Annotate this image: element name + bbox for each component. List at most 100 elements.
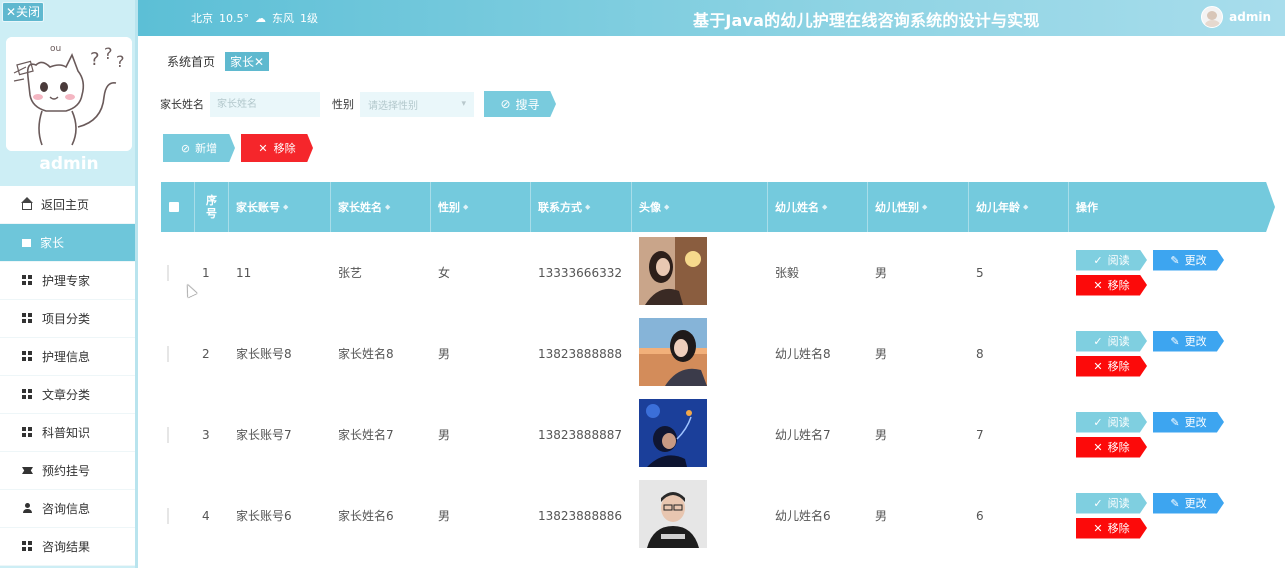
edit-button[interactable]: ✎ 更改 xyxy=(1153,492,1224,514)
check-icon: ✓ xyxy=(1093,334,1103,348)
edit-button[interactable]: ✎ 更改 xyxy=(1153,330,1224,352)
username: admin xyxy=(1229,10,1271,24)
cell-name: 张艺 xyxy=(338,266,363,280)
parent-photo xyxy=(639,480,707,548)
cell-seq: 4 xyxy=(202,508,210,523)
table-cell: 家长账号6 xyxy=(229,507,331,524)
table-cell: 男 xyxy=(431,426,531,443)
svg-text:?: ? xyxy=(90,49,100,70)
row-checkbox[interactable] xyxy=(167,264,169,281)
delete-button[interactable]: ✕ 移除 xyxy=(1076,436,1147,458)
table-cell: 13823888886 xyxy=(531,509,632,523)
col-child-name[interactable]: 幼儿姓名 ◆ xyxy=(768,182,868,232)
cell-phone: 13823888886 xyxy=(538,508,622,523)
table-cell: 男 xyxy=(431,507,531,524)
gender-select[interactable]: 请选择性别 ▾ xyxy=(360,91,474,117)
svg-text:ou: ou xyxy=(50,44,61,54)
parent-photo xyxy=(639,318,707,386)
edit-button[interactable]: ✎ 更改 xyxy=(1153,411,1224,433)
sidebar-item-parents[interactable]: 家长 xyxy=(0,224,135,262)
row-checkbox[interactable] xyxy=(167,426,169,443)
sidebar-item-article-category[interactable]: 文章分类 xyxy=(0,376,135,414)
search-button-label: 搜寻 xyxy=(515,97,540,112)
ticket-icon xyxy=(22,467,33,474)
col-child-age[interactable]: 幼儿年龄 ◆ xyxy=(969,182,1069,232)
cell-child-name: 张毅 xyxy=(775,266,800,280)
breadcrumb-home[interactable]: 系统首页 xyxy=(167,53,215,70)
add-button[interactable]: ⊘ 新增 xyxy=(163,134,235,162)
sidebar-item-science[interactable]: 科普知识 xyxy=(0,414,135,452)
cell-seq: 1 xyxy=(202,265,210,280)
sidebar-item-label: 咨询结果 xyxy=(42,540,91,554)
col-ops: 操作 xyxy=(1069,182,1275,232)
read-button[interactable]: ✓ 阅读 xyxy=(1076,249,1147,271)
sidebar-item-experts[interactable]: 护理专家 xyxy=(0,262,135,300)
sidebar-item-care-info[interactable]: 护理信息 xyxy=(0,338,135,376)
add-button-label: 新增 xyxy=(195,142,218,155)
read-button[interactable]: ✓ 阅读 xyxy=(1076,411,1147,433)
table-cell: 家长姓名6 xyxy=(331,507,431,524)
cell-phone: 13823888888 xyxy=(538,346,622,361)
edit-button[interactable]: ✎ 更改 xyxy=(1153,249,1224,271)
delete-button[interactable]: ✕ 移除 xyxy=(1076,517,1147,539)
delete-button-label: 移除 xyxy=(1107,522,1130,535)
cell-account: 11 xyxy=(236,265,252,280)
sidebar-item-label: 预约挂号 xyxy=(42,464,91,478)
col-name[interactable]: 家长姓名 ◆ xyxy=(331,182,431,232)
table-cell: 男 xyxy=(431,345,531,362)
cell-seq: 2 xyxy=(202,346,210,361)
parent-photo xyxy=(639,399,707,467)
sidebar-item-project-category[interactable]: 项目分类 xyxy=(0,300,135,338)
parent-name-input[interactable] xyxy=(210,91,320,117)
sidebar-item-home[interactable]: 返回主页 xyxy=(0,186,135,224)
select-all-checkbox[interactable] xyxy=(161,182,195,232)
col-gender[interactable]: 性别 ◆ xyxy=(431,182,531,232)
check-icon: ✓ xyxy=(1093,415,1103,429)
table-cell xyxy=(161,426,195,443)
sidebar-item-appointment[interactable]: 预约挂号 xyxy=(0,452,135,490)
breadcrumb-current-tag[interactable]: 家长✕ xyxy=(225,52,270,71)
weather-city: 北京 xyxy=(191,12,213,25)
col-child-gender[interactable]: 幼儿性别 ◆ xyxy=(868,182,969,232)
grid-icon xyxy=(22,313,33,324)
home-icon xyxy=(21,197,33,210)
table-header: 序号 家长账号 ◆ 家长姓名 ◆ 性别 ◆ 联系方式 ◆ 头像 ◆ 幼儿姓名 ◆ 幼儿性别 ◆… xyxy=(161,182,1275,232)
cell-account: 家长账号8 xyxy=(236,347,292,361)
delete-button[interactable]: ✕ 移除 xyxy=(1076,355,1147,377)
gender-label: 性别 xyxy=(332,98,354,111)
grid-icon xyxy=(22,389,33,400)
edit-button-label: 更改 xyxy=(1184,416,1207,429)
table-cell: 男 xyxy=(868,507,969,524)
close-button[interactable]: ✕关闭 xyxy=(2,2,44,22)
remove-button[interactable]: ✕ 移除 xyxy=(241,134,313,162)
chevron-down-icon: ▾ xyxy=(461,99,466,109)
cell-child-age: 6 xyxy=(976,508,984,523)
table-cell: ✓ 阅读 ✎ 更改 ✕ 移除 xyxy=(1069,492,1275,539)
close-icon: ✕ xyxy=(1093,521,1103,535)
read-button[interactable]: ✓ 阅读 xyxy=(1076,492,1147,514)
row-checkbox[interactable] xyxy=(167,345,169,362)
close-icon: ✕ xyxy=(1093,278,1103,292)
delete-button[interactable]: ✕ 移除 xyxy=(1076,274,1147,296)
row-actions: ✓ 阅读 ✎ 更改 ✕ 移除 xyxy=(1076,330,1236,377)
user-menu[interactable]: admin xyxy=(1201,6,1271,28)
col-child-gender-label: 幼儿性别 xyxy=(875,201,919,214)
col-child-age-label: 幼儿年龄 xyxy=(976,201,1020,214)
col-phone[interactable]: 联系方式 ◆ xyxy=(531,182,632,232)
pencil-icon: ✎ xyxy=(1170,496,1180,510)
row-checkbox[interactable] xyxy=(167,507,169,524)
close-icon: ✕ xyxy=(258,141,268,155)
col-account[interactable]: 家长账号 ◆ xyxy=(229,182,331,232)
read-button[interactable]: ✓ 阅读 xyxy=(1076,330,1147,352)
col-avatar[interactable]: 头像 ◆ xyxy=(632,182,768,232)
read-button-label: 阅读 xyxy=(1107,254,1130,267)
table-cell: 4 xyxy=(195,509,229,523)
sidebar-item-consult-result[interactable]: 咨询结果 xyxy=(0,528,135,566)
search-button[interactable]: ⊘ 搜寻 xyxy=(484,91,556,117)
sidebar-item-consult-info[interactable]: 咨询信息 xyxy=(0,490,135,528)
table-cell xyxy=(632,480,768,551)
table-cell xyxy=(161,264,195,281)
col-phone-label: 联系方式 xyxy=(538,201,582,214)
user-icon xyxy=(22,503,33,514)
sidebar-item-label: 文章分类 xyxy=(42,388,91,402)
